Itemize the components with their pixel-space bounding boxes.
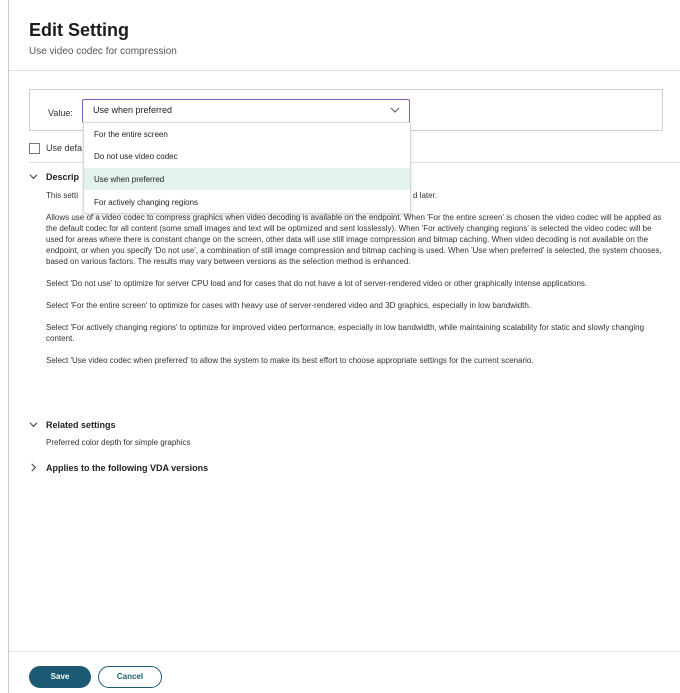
value-select[interactable]: Use when preferred xyxy=(82,99,410,123)
related-settings-title[interactable]: Related settings xyxy=(46,420,116,430)
page-subtitle: Use video codec for compression xyxy=(29,46,177,57)
dropdown-option-selected[interactable]: Use when preferred xyxy=(84,168,410,190)
save-button[interactable]: Save xyxy=(29,666,91,688)
use-default-label: Use defa xyxy=(46,143,83,153)
chevron-right-icon[interactable] xyxy=(29,463,38,472)
footer-divider xyxy=(9,651,680,652)
chevron-down-icon[interactable] xyxy=(29,420,38,429)
description-line-end: d later. xyxy=(413,191,438,200)
description-body: Allows use of a video codec to compress … xyxy=(46,212,668,377)
description-paragraph: Select 'Use video codec when preferred' … xyxy=(46,356,534,365)
applies-versions-title[interactable]: Applies to the following VDA versions xyxy=(46,463,208,473)
description-line-start: This setti xyxy=(46,191,79,200)
description-paragraph: Select 'For actively changing regions' t… xyxy=(46,323,645,343)
dropdown-option-label: For the entire screen xyxy=(94,130,168,139)
related-setting-item: Preferred color depth for simple graphic… xyxy=(46,438,191,447)
dropdown-option[interactable]: For the entire screen xyxy=(84,123,410,145)
dropdown-option-label: For actively changing regions xyxy=(94,198,199,207)
chevron-down-icon[interactable] xyxy=(29,172,38,181)
panel-header: Edit Setting Use video codec for compres… xyxy=(9,0,680,71)
page-title: Edit Setting xyxy=(29,20,129,40)
select-current-value: Use when preferred xyxy=(93,105,173,115)
chevron-down-icon xyxy=(390,107,400,113)
description-paragraph: Select 'For the entire screen' to optimi… xyxy=(46,301,532,310)
dropdown-option-label: Do not use video codec xyxy=(94,152,178,161)
description-paragraph: Select 'Do not use' to optimize for serv… xyxy=(46,279,588,288)
cancel-button[interactable]: Cancel xyxy=(98,666,162,688)
dropdown-option-label: Use when preferred xyxy=(94,175,165,184)
value-dropdown-menu: For the entire screen Do not use video c… xyxy=(83,122,411,214)
description-paragraph: Allows use of a video codec to compress … xyxy=(46,213,662,266)
edit-setting-panel: Edit Setting Use video codec for compres… xyxy=(8,0,680,693)
use-default-checkbox[interactable] xyxy=(29,143,40,154)
value-label: Value: xyxy=(48,108,73,118)
description-section-title[interactable]: Descrip xyxy=(46,172,79,182)
dropdown-option[interactable]: Do not use video codec xyxy=(84,145,410,167)
dropdown-option[interactable]: For actively changing regions xyxy=(84,191,410,213)
